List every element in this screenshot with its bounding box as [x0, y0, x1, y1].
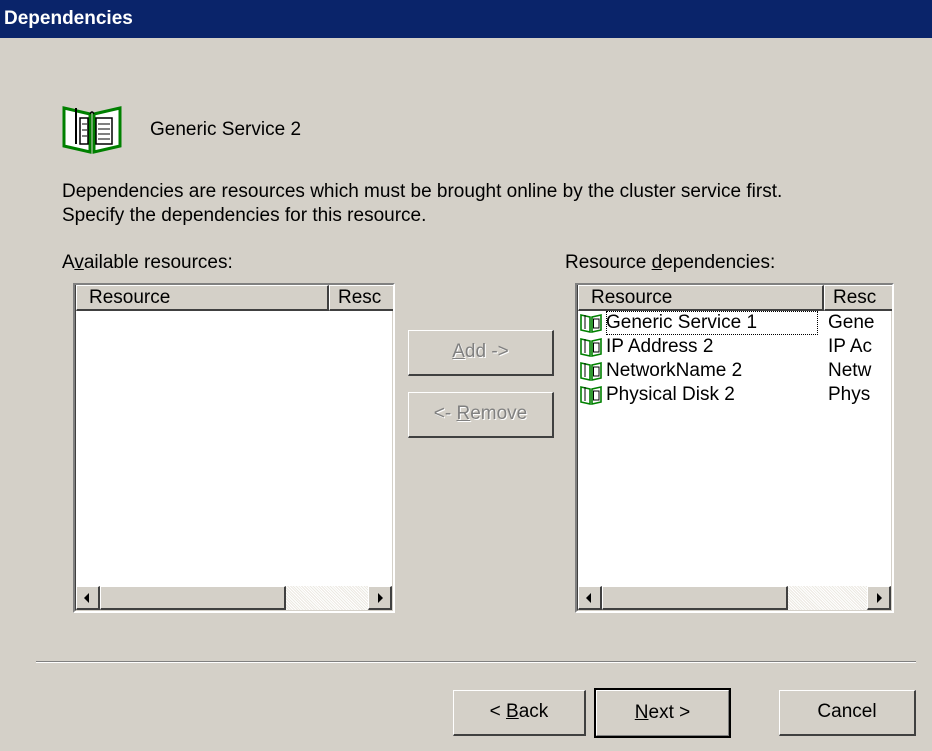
- description-line-2: Specify the dependencies for this resour…: [62, 205, 427, 226]
- list-item[interactable]: Physical Disk 2 Phys: [580, 383, 892, 407]
- resource-type-cell: Netw: [828, 360, 872, 381]
- description-line-1: Dependencies are resources which must be…: [62, 181, 783, 202]
- resource-book-icon: [60, 102, 124, 154]
- column-header-resource[interactable]: Resource: [76, 285, 329, 311]
- remove-button[interactable]: <- Remove: [408, 392, 554, 438]
- resource-dependencies-list[interactable]: Resource Resc Generic Service 1 Gene IP Ad…: [575, 283, 894, 613]
- resource-book-icon: [580, 337, 602, 357]
- arrow-left-icon: [586, 593, 591, 603]
- resource-name: Generic Service 2: [150, 119, 302, 140]
- scroll-left-button[interactable]: [76, 586, 100, 610]
- resource-name-cell: IP Address 2: [606, 336, 714, 357]
- resource-type-cell: Gene: [828, 312, 875, 333]
- separator: [36, 661, 916, 663]
- list-item[interactable]: NetworkName 2 Netw: [580, 359, 892, 383]
- window-title: Dependencies: [4, 8, 133, 29]
- arrow-right-icon: [378, 593, 383, 603]
- scroll-right-button[interactable]: [867, 586, 891, 610]
- available-resources-label: Available resources:: [62, 252, 233, 273]
- available-resources-list[interactable]: Resource Resc: [73, 283, 395, 613]
- resource-type-cell: Phys: [828, 384, 871, 405]
- next-button[interactable]: Next >: [594, 688, 731, 738]
- resource-book-icon: [580, 385, 602, 405]
- list-item[interactable]: IP Address 2 IP Ac: [580, 335, 892, 359]
- resource-dependencies-label: Resource dependencies:: [565, 252, 776, 273]
- horizontal-scrollbar[interactable]: [578, 586, 891, 610]
- column-header-resource-type[interactable]: Resc: [329, 285, 393, 311]
- cancel-button[interactable]: Cancel: [779, 690, 916, 736]
- resource-type-cell: IP Ac: [828, 336, 873, 357]
- resource-book-icon: [580, 361, 602, 381]
- arrow-left-icon: [84, 593, 89, 603]
- scroll-left-button[interactable]: [578, 586, 602, 610]
- back-button[interactable]: < Back: [453, 690, 586, 736]
- resource-name-cell: Generic Service 1: [606, 311, 818, 335]
- resource-book-icon: [580, 313, 602, 333]
- arrow-right-icon: [877, 593, 882, 603]
- column-header-resource-type[interactable]: Resc: [824, 285, 892, 311]
- scroll-thumb[interactable]: [602, 586, 788, 610]
- column-header-resource[interactable]: Resource: [578, 285, 824, 311]
- add-button[interactable]: Add ->: [408, 330, 554, 376]
- scroll-right-button[interactable]: [368, 586, 392, 610]
- description: Dependencies are resources which must be…: [62, 180, 782, 228]
- horizontal-scrollbar[interactable]: [76, 586, 392, 610]
- resource-name-cell: NetworkName 2: [606, 360, 743, 381]
- resource-name-cell: Physical Disk 2: [606, 384, 735, 405]
- scroll-thumb[interactable]: [100, 586, 286, 610]
- list-item[interactable]: Generic Service 1 Gene: [580, 311, 892, 335]
- title-bar: Dependencies: [0, 0, 932, 38]
